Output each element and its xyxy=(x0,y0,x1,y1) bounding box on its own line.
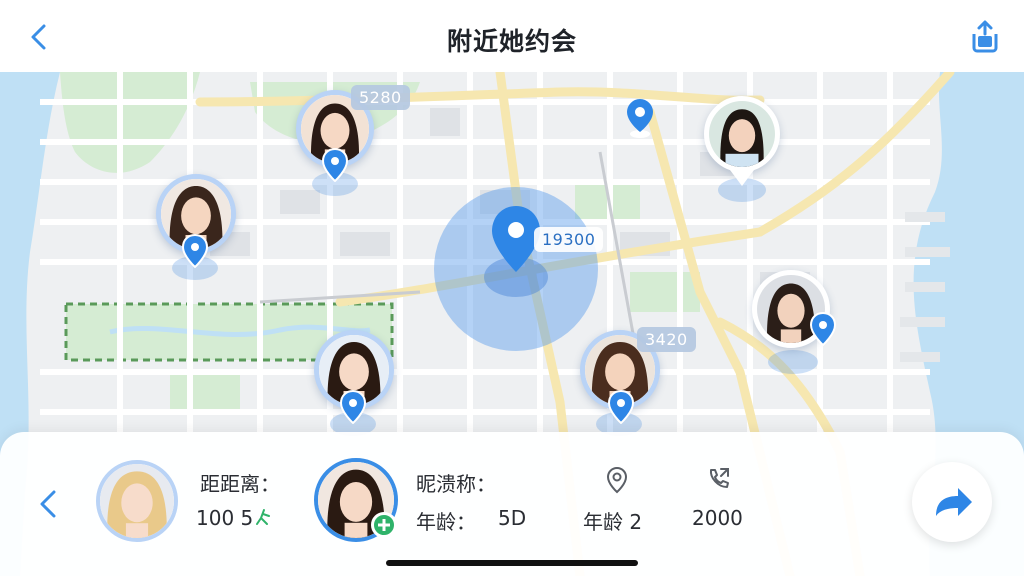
map-user-marker[interactable] xyxy=(310,328,400,438)
distance-value: 100 5 xyxy=(196,506,254,530)
app-header: 附近她约会 xyxy=(0,0,1024,72)
user-pin xyxy=(339,389,367,425)
nickname-label: 昵溃称： xyxy=(416,472,496,496)
add-friend-icon xyxy=(378,519,390,531)
add-friend-button[interactable] xyxy=(371,512,397,538)
location-pin-icon xyxy=(809,311,837,347)
age-label: 年龄： xyxy=(416,510,476,534)
avatar-portrait xyxy=(709,101,775,167)
location-pin-icon xyxy=(606,466,628,494)
map-user-marker[interactable] xyxy=(748,270,858,380)
share-button[interactable] xyxy=(966,18,1004,56)
center-distance-label: 19300 xyxy=(534,227,604,252)
distance-label: 距距离： xyxy=(200,472,280,496)
forward-arrow-icon xyxy=(936,488,972,516)
age-value: 5D xyxy=(498,506,527,530)
count-value: 2000 xyxy=(692,506,743,530)
chevron-left-icon xyxy=(40,490,56,518)
avatar xyxy=(704,96,780,172)
location-pin-icon xyxy=(627,99,653,138)
user-distance-label: 3420 xyxy=(637,327,696,352)
marker-shadow xyxy=(768,350,818,374)
location-pin-icon xyxy=(339,389,367,425)
location-age-value: 年龄 2 xyxy=(583,510,643,534)
share-upload-icon xyxy=(972,20,998,53)
location-pin-icon xyxy=(181,233,209,269)
next-user-button[interactable] xyxy=(912,462,992,542)
user-pin xyxy=(809,311,837,347)
map-user-marker[interactable] xyxy=(700,96,790,206)
previous-user-button[interactable] xyxy=(34,486,62,522)
user-info-panel: 距距离： 100 5 昵溃称： 年龄： 5D 年龄 2 2000 xyxy=(0,432,1024,576)
home-indicator[interactable] xyxy=(386,560,638,566)
walk-icon xyxy=(255,506,273,528)
avatar[interactable] xyxy=(96,460,178,542)
location-marker[interactable] xyxy=(626,98,654,138)
phone-call-icon[interactable] xyxy=(706,466,732,492)
page-title: 附近她约会 xyxy=(446,27,577,56)
map-user-marker[interactable] xyxy=(152,174,242,284)
user-pin xyxy=(607,389,635,425)
user-pin xyxy=(181,233,209,269)
location-pin-icon xyxy=(321,147,349,183)
user-distance-label: 5280 xyxy=(351,85,410,110)
avatar-portrait xyxy=(100,464,174,538)
location-pin-icon xyxy=(607,389,635,425)
marker-tail xyxy=(730,170,754,186)
user-pin xyxy=(321,147,349,183)
